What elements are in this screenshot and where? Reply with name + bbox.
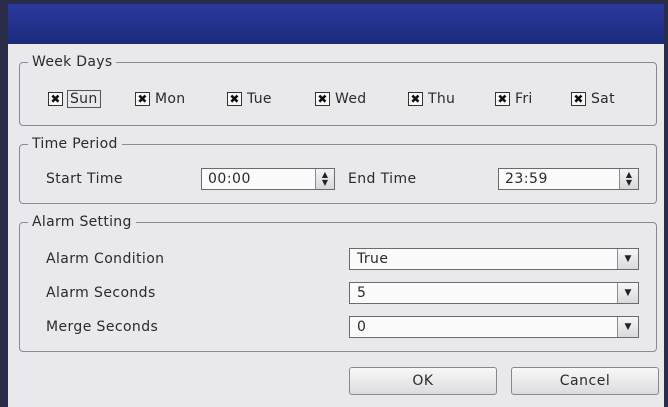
alarm-seconds-value: 5: [357, 285, 367, 301]
checkbox-fri-label: Fri: [515, 91, 533, 107]
checkbox-checked-icon: ✖: [571, 92, 586, 106]
checkbox-sat-label: Sat: [591, 91, 615, 107]
start-time-value: 00:00: [208, 171, 251, 187]
end-time-stepper[interactable]: ▲ ▼: [619, 169, 638, 189]
merge-seconds-label: Merge Seconds: [46, 319, 159, 335]
checkbox-mon-label: Mon: [155, 91, 186, 107]
weekdays-legend: Week Days: [32, 54, 113, 70]
cancel-button[interactable]: Cancel: [511, 367, 659, 395]
checkbox-wed-label: Wed: [335, 91, 367, 107]
end-time-spinbox[interactable]: 23:59 ▲ ▼: [498, 168, 639, 190]
start-time-label: Start Time: [46, 171, 123, 187]
checkbox-wed[interactable]: ✖ Wed: [315, 91, 366, 107]
spin-down-icon: ▼: [321, 178, 329, 187]
checkbox-checked-icon: ✖: [408, 92, 423, 106]
checkbox-sun-label: Sun: [67, 90, 101, 108]
schedule-dialog: Week Days ✖ Sun ✖ Mon ✖ Tue ✖ Wed ✖ Thu …: [8, 44, 664, 407]
alarm-condition-label: Alarm Condition: [46, 251, 165, 267]
alarm-condition-value: True: [357, 251, 389, 267]
weekdays-group: Week Days: [19, 54, 657, 126]
alarm-condition-select[interactable]: True ▼: [349, 248, 639, 270]
chevron-down-icon[interactable]: ▼: [617, 317, 638, 337]
spin-down-icon: ▼: [625, 178, 633, 187]
chevron-down-icon[interactable]: ▼: [617, 283, 638, 303]
checkbox-sun[interactable]: ✖ Sun: [48, 90, 101, 108]
alarm-seconds-label: Alarm Seconds: [46, 285, 156, 301]
start-time-spinbox[interactable]: 00:00 ▲ ▼: [201, 168, 335, 190]
checkbox-checked-icon: ✖: [48, 92, 63, 106]
end-time-value: 23:59: [505, 171, 548, 187]
time-period-legend: Time Period: [32, 136, 118, 152]
start-time-stepper[interactable]: ▲ ▼: [315, 169, 334, 189]
checkbox-checked-icon: ✖: [227, 92, 242, 106]
checkbox-sat[interactable]: ✖ Sat: [571, 91, 615, 107]
checkbox-checked-icon: ✖: [315, 92, 330, 106]
checkbox-tue[interactable]: ✖ Tue: [227, 91, 272, 107]
merge-seconds-value: 0: [357, 319, 367, 335]
checkbox-thu[interactable]: ✖ Thu: [408, 91, 455, 107]
merge-seconds-select[interactable]: 0 ▼: [349, 316, 639, 338]
ok-button[interactable]: OK: [349, 367, 497, 395]
alarm-seconds-select[interactable]: 5 ▼: [349, 282, 639, 304]
checkbox-mon[interactable]: ✖ Mon: [135, 91, 185, 107]
checkbox-fri[interactable]: ✖ Fri: [495, 91, 533, 107]
alarm-setting-legend: Alarm Setting: [32, 214, 132, 230]
dialog-title-bar: [8, 4, 664, 44]
end-time-label: End Time: [348, 171, 417, 187]
checkbox-tue-label: Tue: [247, 91, 272, 107]
checkbox-thu-label: Thu: [428, 91, 456, 107]
checkbox-checked-icon: ✖: [135, 92, 150, 106]
chevron-down-icon[interactable]: ▼: [617, 249, 638, 269]
checkbox-checked-icon: ✖: [495, 92, 510, 106]
